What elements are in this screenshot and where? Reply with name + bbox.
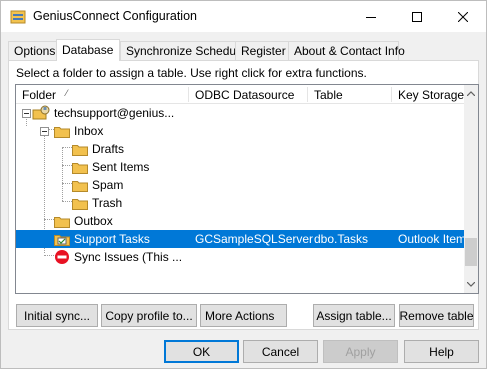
folder-icon	[72, 144, 88, 156]
tree-row-root[interactable]: techsupport@genius...	[16, 104, 464, 122]
tree-row-sync-issues[interactable]: Sync Issues (This ...	[16, 248, 464, 266]
column-header-table[interactable]: Table	[308, 85, 391, 104]
tab-about-contact-info[interactable]: About & Contact Info	[288, 41, 405, 60]
tab-database[interactable]: Database	[56, 39, 120, 61]
collapse-toggle[interactable]	[40, 127, 49, 136]
maximize-button[interactable]	[394, 1, 440, 32]
copy-profile-button[interactable]: Copy profile to...	[101, 304, 197, 327]
mailbox-icon	[32, 105, 50, 120]
tab-synchronize-schedule[interactable]: Synchronize Schedule	[120, 41, 245, 60]
tree-node: Spam	[72, 176, 123, 194]
tree-row-drafts[interactable]: Drafts	[16, 140, 464, 158]
close-icon	[458, 11, 468, 22]
tab-options[interactable]: Options	[8, 41, 57, 60]
key-storage-cell: Outlook Item	[398, 232, 467, 246]
tree-node-label: Trash	[92, 196, 123, 210]
more-actions-button[interactable]: More Actions	[200, 304, 287, 327]
column-header-row: Folder ⁄ ODBC Datasource Table Key Stora…	[16, 85, 464, 104]
datasource-cell: GCSampleSQLServer	[195, 232, 314, 246]
column-header-datasource[interactable]: ODBC Datasource	[189, 85, 307, 104]
tree-node-label: Drafts	[92, 142, 125, 156]
help-button[interactable]: Help	[404, 340, 479, 363]
tree-node: Sync Issues (This ...	[54, 248, 182, 266]
scroll-down-button[interactable]	[464, 276, 478, 293]
folder-icon	[54, 216, 70, 228]
collapse-toggle[interactable]	[22, 109, 31, 118]
assign-table-button[interactable]: Assign table...	[313, 304, 395, 327]
minimize-button[interactable]	[348, 1, 394, 32]
column-header-key-storage[interactable]: Key Storage	[392, 85, 464, 104]
no-entry-icon	[55, 250, 69, 264]
tree-row-spam[interactable]: Spam	[16, 176, 464, 194]
scroll-thumb[interactable]	[465, 238, 477, 266]
tree-node: Outbox	[54, 212, 113, 230]
tree-node: Trash	[72, 194, 122, 212]
tree-node-label: Support Tasks	[74, 232, 150, 246]
tree-node-label: Sent Items	[92, 160, 150, 174]
tree-node: Support Tasks	[54, 230, 150, 248]
tree-node-label: techsupport@genius...	[54, 106, 175, 120]
tree-node: Sent Items	[72, 158, 149, 176]
tree-row-sent-items[interactable]: Sent Items	[16, 158, 464, 176]
tree-row-support-tasks[interactable]: Support Tasks GCSampleSQLServer dbo.Task…	[16, 230, 467, 248]
app-icon	[10, 10, 26, 24]
window-title: GeniusConnect Configuration	[33, 9, 197, 23]
tasks-folder-icon	[54, 234, 70, 246]
vertical-scrollbar[interactable]	[464, 85, 478, 293]
tree-node-label: Spam	[92, 178, 124, 192]
remove-table-button[interactable]: Remove table	[399, 304, 474, 327]
scroll-up-button[interactable]	[464, 85, 478, 102]
folder-tree-view[interactable]: Folder ⁄ ODBC Datasource Table Key Stora…	[15, 84, 479, 294]
folder-icon	[72, 198, 88, 210]
tree-node-label: Sync Issues (This ...	[74, 250, 183, 264]
maximize-icon	[412, 11, 422, 22]
tab-register[interactable]: Register	[235, 41, 289, 60]
tree-node-label: Outbox	[74, 214, 113, 228]
initial-sync-button[interactable]: Initial sync...	[16, 304, 98, 327]
folder-icon	[72, 162, 88, 174]
tree-row-inbox[interactable]: Inbox	[16, 122, 464, 140]
chevron-down-icon	[467, 282, 475, 287]
configuration-window: GeniusConnect Configuration Options Data…	[0, 0, 487, 369]
ok-button[interactable]: OK	[164, 340, 239, 363]
database-tab-panel: Select a folder to assign a table. Use r…	[8, 60, 479, 330]
minimize-icon	[366, 16, 376, 18]
instruction-text: Select a folder to assign a table. Use r…	[16, 66, 367, 80]
folder-icon	[72, 180, 88, 192]
chevron-up-icon	[467, 91, 475, 96]
tree-node-label: Inbox	[74, 124, 104, 138]
tree-node: Drafts	[72, 140, 124, 158]
tree-row-trash[interactable]: Trash	[16, 194, 464, 212]
tree-node: techsupport@genius...	[32, 104, 174, 122]
folder-icon	[54, 126, 70, 138]
column-header-folder-label: Folder	[22, 88, 57, 102]
table-cell: dbo.Tasks	[314, 232, 369, 246]
apply-button[interactable]: Apply	[323, 340, 398, 363]
more-actions-label: More Actions	[205, 308, 275, 323]
close-button[interactable]	[440, 1, 486, 32]
cancel-button[interactable]: Cancel	[243, 340, 318, 363]
tree-node: Inbox	[54, 122, 103, 140]
tree-row-outbox[interactable]: Outbox	[16, 212, 464, 230]
title-bar[interactable]: GeniusConnect Configuration	[1, 1, 486, 32]
sort-indicator-icon: ⁄	[66, 88, 68, 98]
column-header-folder[interactable]: Folder ⁄	[16, 85, 188, 104]
